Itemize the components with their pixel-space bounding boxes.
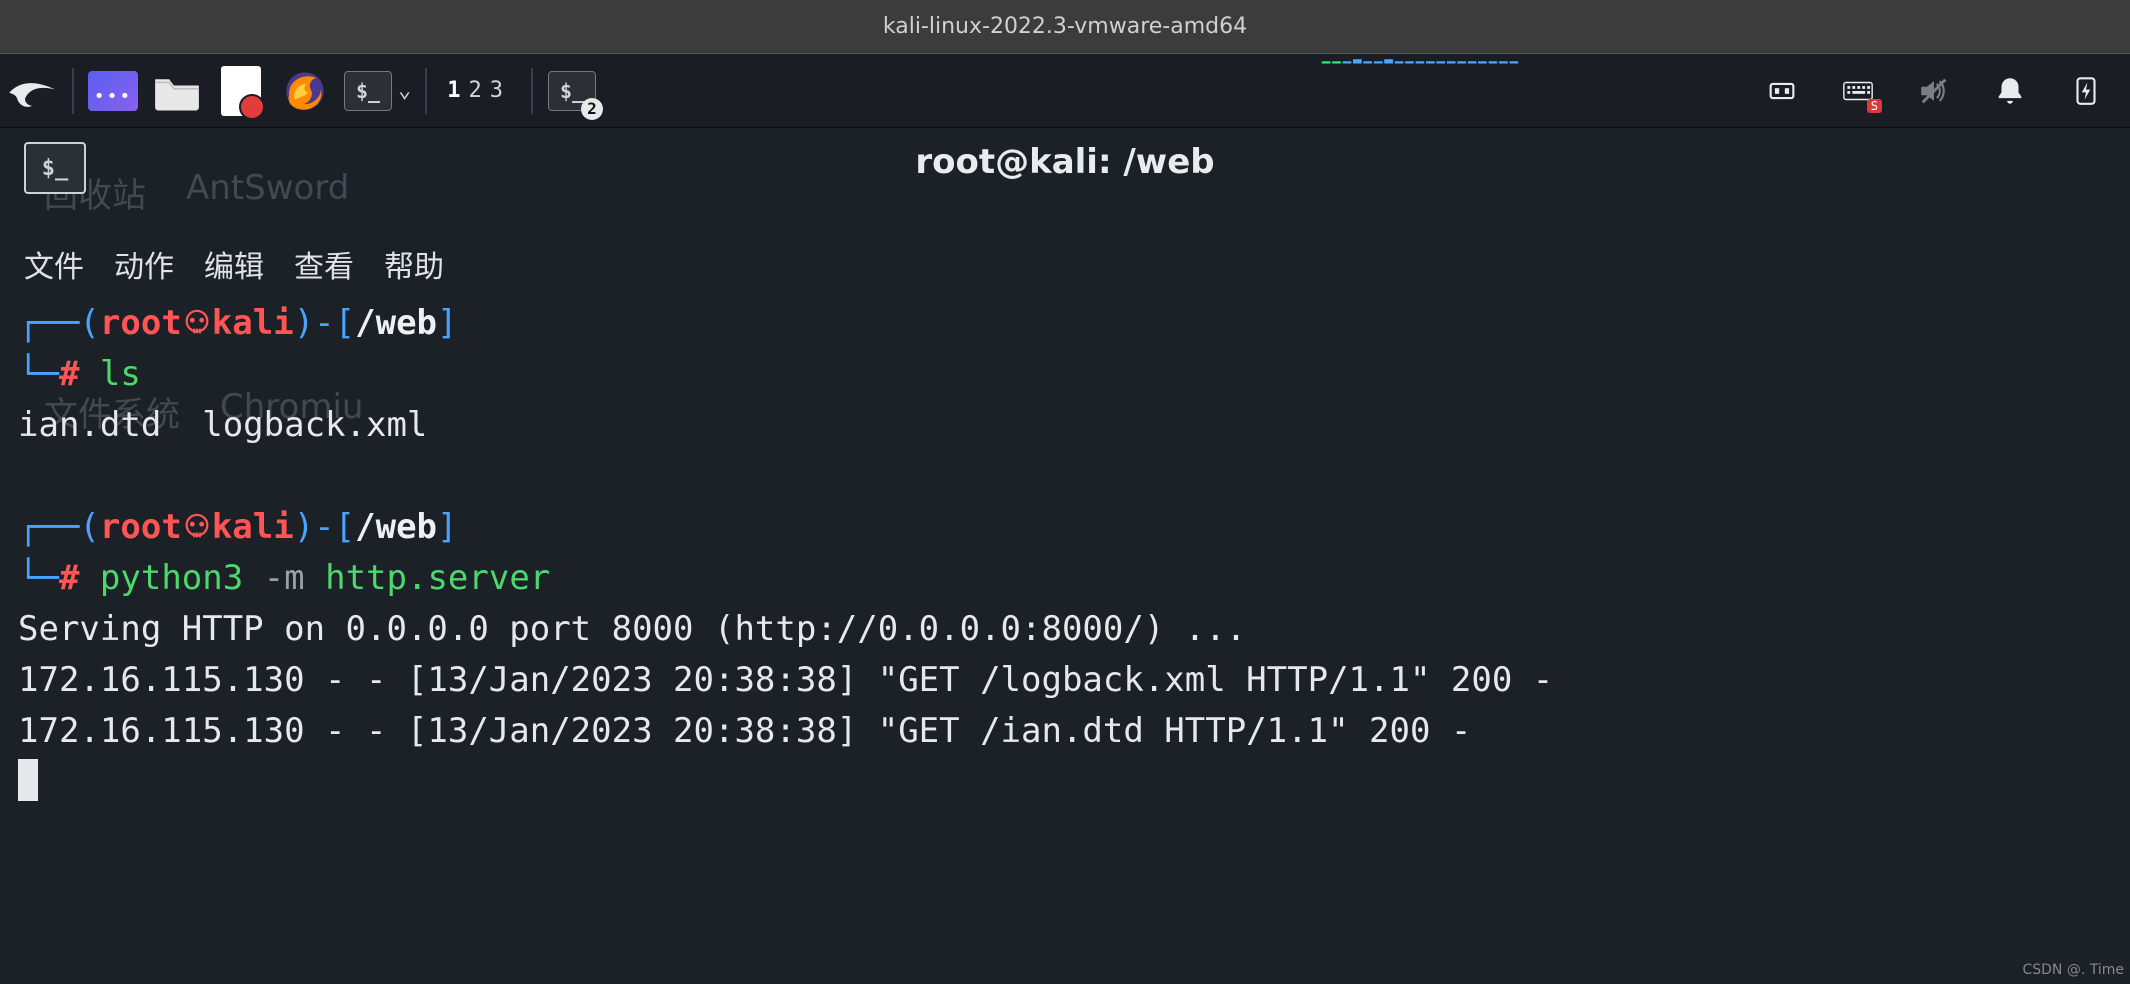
terminal-icon[interactable]: $_ bbox=[344, 71, 392, 111]
terminal-menubar: 文件 动作 编辑 查看 帮助 bbox=[24, 242, 444, 286]
files-button[interactable] bbox=[152, 68, 202, 114]
menu-view[interactable]: 查看 bbox=[294, 242, 354, 286]
vm-titlebar: kali-linux-2022.3-vmware-amd64 bbox=[0, 0, 2130, 54]
menu-help[interactable]: 帮助 bbox=[384, 242, 444, 286]
volume-muted-icon[interactable] bbox=[1914, 71, 1954, 111]
skull-icon bbox=[182, 512, 212, 542]
terminal-output[interactable]: ┌──(rootkali)-[/web] └─# ls ian.dtd logb… bbox=[18, 298, 2112, 984]
kali-logo-icon[interactable] bbox=[6, 65, 58, 117]
access-log-line: 172.16.115.130 - - [13/Jan/2023 20:38:38… bbox=[18, 660, 1553, 700]
ls-output: ian.dtd logback.xml bbox=[18, 405, 427, 445]
power-icon[interactable] bbox=[2066, 71, 2106, 111]
window-title: root@kali: /web bbox=[0, 142, 2130, 182]
firefox-button[interactable] bbox=[280, 68, 330, 114]
text-editor-button[interactable] bbox=[216, 68, 266, 114]
skull-icon bbox=[182, 308, 212, 338]
terminal-cursor bbox=[18, 759, 38, 801]
show-apps-button[interactable]: ••• bbox=[88, 68, 138, 114]
vm-title: kali-linux-2022.3-vmware-amd64 bbox=[883, 14, 1247, 39]
window-area: 回收站AntSword 文件系统Chromiu $_ root@kali: /w… bbox=[0, 128, 2130, 984]
workspace-1[interactable]: 1 bbox=[447, 78, 468, 103]
notifications-icon[interactable] bbox=[1990, 71, 2030, 111]
keyboard-layout-icon[interactable]: S bbox=[1838, 71, 1878, 111]
menu-file[interactable]: 文件 bbox=[24, 242, 84, 286]
access-log-line: 172.16.115.130 - - [13/Jan/2023 20:38:38… bbox=[18, 711, 1471, 751]
workspace-3[interactable]: 3 bbox=[490, 78, 511, 103]
menu-action[interactable]: 动作 bbox=[114, 242, 174, 286]
workspace-switcher[interactable]: 123 bbox=[441, 78, 517, 103]
network-icon[interactable] bbox=[1762, 71, 1802, 111]
watermark: CSDN @. Time bbox=[2022, 962, 2124, 978]
server-start-line: Serving HTTP on 0.0.0.0 port 8000 (http:… bbox=[18, 609, 1246, 649]
menu-edit[interactable]: 编辑 bbox=[204, 242, 264, 286]
workspace-2[interactable]: 2 bbox=[469, 78, 490, 103]
terminal-task-button[interactable]: $_ 2 bbox=[547, 68, 597, 114]
taskbar-separator bbox=[425, 68, 427, 114]
taskbar-separator bbox=[531, 68, 533, 114]
chevron-down-icon[interactable]: ⌄ bbox=[398, 78, 411, 103]
terminal-launcher[interactable]: $_ ⌄ bbox=[344, 71, 411, 111]
resource-graph: ▁▁▁▂▁▁▂▁▁▁▁▁▁▁▁▁▁▁▁ bbox=[1322, 48, 1520, 64]
window-count-badge: 2 bbox=[581, 98, 603, 120]
taskbar: ••• $_ ⌄ 123 $_ 2 ▁▁▁▂▁▁▂▁▁▁▁▁▁▁▁▁▁▁▁ bbox=[0, 54, 2130, 128]
keyboard-badge: S bbox=[1867, 99, 1882, 113]
taskbar-separator bbox=[72, 68, 74, 114]
